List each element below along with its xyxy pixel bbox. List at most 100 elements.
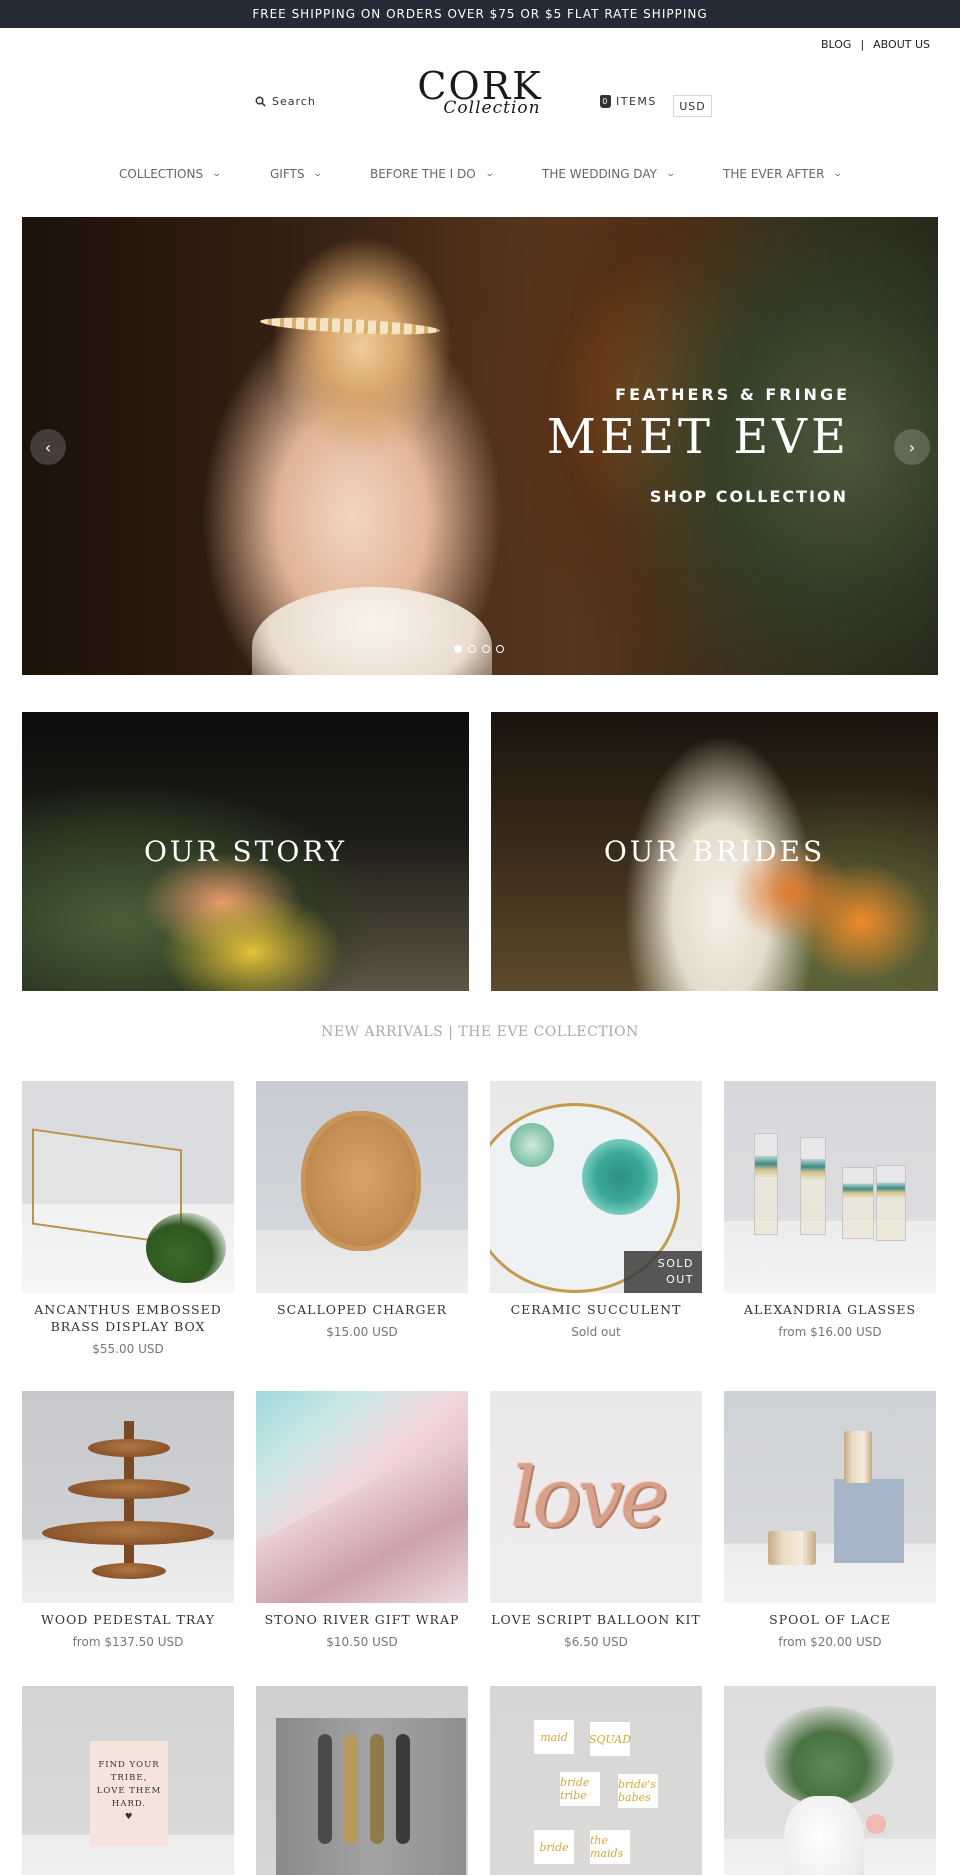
product-image-shape — [842, 1167, 874, 1239]
product-card[interactable] — [724, 1686, 936, 1875]
cart-count: 0 — [602, 97, 609, 106]
product-name[interactable]: STONO RIVER GIFT WRAP — [256, 1611, 468, 1628]
site-logo[interactable]: CORK Collection — [405, 66, 555, 136]
hero-slideshow[interactable]: FEATHERS & FRINGE MEET EVE SHOP COLLECTI… — [22, 217, 938, 675]
product-image-sign: the maids — [590, 1830, 630, 1864]
shopping-bag-icon: 0 — [600, 95, 611, 108]
product-name[interactable]: CERAMIC SUCCULENT — [490, 1301, 702, 1318]
product-price: $55.00 USD — [92, 1342, 164, 1356]
product-image[interactable] — [256, 1081, 468, 1293]
card-text-line: TRIBE, — [110, 1773, 148, 1783]
product-image[interactable]: love — [490, 1391, 702, 1603]
product-image-shape — [301, 1111, 421, 1251]
product-image-shape — [582, 1139, 658, 1215]
nav-item-the-ever-after[interactable]: THE EVER AFTER ⌄ — [723, 167, 844, 181]
nav-item-collections[interactable]: COLLECTIONS ⌄ — [119, 167, 222, 181]
product-image[interactable]: maid SQUAD bride tribe bride's babes bri… — [490, 1686, 702, 1875]
product-name[interactable]: ANCANTHUS EMBOSSED BRASS DISPLAY BOX — [22, 1301, 234, 1335]
product-price: from $137.50 USD — [72, 1635, 184, 1649]
product-image[interactable] — [22, 1081, 234, 1293]
product-card[interactable]: ANCANTHUS EMBOSSED BRASS DISPLAY BOX $55… — [22, 1081, 234, 1356]
nav-item-the-wedding-day[interactable]: THE WEDDING DAY ⌄ — [542, 167, 676, 181]
slide-dot[interactable] — [482, 645, 490, 653]
nav-item-before-the-i-do[interactable]: BEFORE THE I DO ⌄ — [370, 167, 495, 181]
product-card[interactable]: SOLD OUT CERAMIC SUCCULENT Sold out — [490, 1081, 702, 1339]
product-image[interactable] — [256, 1391, 468, 1603]
product-image[interactable] — [724, 1391, 936, 1603]
product-name[interactable]: SCALLOPED CHARGER — [256, 1301, 468, 1318]
balloon-text: love — [510, 1451, 668, 1546]
product-card[interactable]: FIND YOUR TRIBE, LOVE THEM HARD. ♥ — [22, 1686, 234, 1875]
product-card[interactable]: SCALLOPED CHARGER $15.00 USD — [256, 1081, 468, 1339]
slide-dots — [454, 645, 504, 653]
product-image[interactable] — [256, 1686, 468, 1875]
hero-title: MEET EVE — [546, 409, 850, 465]
slide-dot[interactable] — [454, 645, 462, 653]
nav-item-label: GIFTS — [270, 167, 305, 181]
our-story-tile[interactable]: OUR STORY — [22, 712, 469, 991]
product-name[interactable]: SPOOL OF LACE — [724, 1611, 936, 1628]
announcement-text: FREE SHIPPING ON ORDERS OVER $75 OR $5 F… — [252, 7, 708, 21]
product-image-shape — [146, 1213, 226, 1283]
product-price: $15.00 USD — [326, 1325, 398, 1339]
product-card[interactable] — [256, 1686, 468, 1875]
nav-item-label: THE EVER AFTER — [723, 167, 825, 181]
shop-collection-link[interactable]: SHOP COLLECTION — [650, 487, 848, 506]
product-image-shape — [866, 1814, 886, 1834]
product-card[interactable]: WOOD PEDESTAL TRAY from $137.50 USD — [22, 1391, 234, 1649]
blog-link[interactable]: BLOG — [821, 38, 851, 51]
product-name[interactable]: WOOD PEDESTAL TRAY — [22, 1611, 234, 1628]
product-image-shape — [754, 1133, 778, 1235]
product-card[interactable]: maid SQUAD bride tribe bride's babes bri… — [490, 1686, 702, 1875]
top-links-separator: | — [860, 38, 865, 51]
product-image[interactable] — [724, 1081, 936, 1293]
product-card[interactable]: STONO RIVER GIFT WRAP $10.50 USD — [256, 1391, 468, 1649]
product-image-shape — [68, 1479, 190, 1499]
search-trigger[interactable]: Search — [255, 95, 316, 108]
product-image-card: FIND YOUR TRIBE, LOVE THEM HARD. ♥ — [90, 1741, 168, 1846]
card-text-line: HARD. — [111, 1799, 147, 1809]
product-image-shape — [510, 1123, 554, 1167]
chevron-left-icon: ‹ — [44, 437, 52, 457]
product-image-sign: bride tribe — [560, 1772, 600, 1806]
product-image[interactable] — [724, 1686, 936, 1875]
product-price: $6.50 USD — [564, 1635, 628, 1649]
cart-link[interactable]: 0 ITEMS — [600, 95, 657, 108]
product-name[interactable]: ALEXANDRIA GLASSES — [724, 1301, 936, 1318]
product-image-shape — [92, 1563, 166, 1579]
product-image[interactable]: SOLD OUT — [490, 1081, 702, 1293]
product-image-shape — [844, 1431, 872, 1483]
product-card[interactable]: love LOVE SCRIPT BALLOON KIT $6.50 USD — [490, 1391, 702, 1649]
chevron-down-icon: ⌄ — [313, 169, 324, 179]
slide-dot[interactable] — [496, 645, 504, 653]
product-image-sign: bride — [534, 1830, 574, 1864]
currency-selector[interactable]: USD — [673, 95, 712, 117]
product-image[interactable]: FIND YOUR TRIBE, LOVE THEM HARD. ♥ — [22, 1686, 234, 1875]
slide-prev-button[interactable]: ‹ — [30, 429, 66, 465]
slide-dot[interactable] — [468, 645, 476, 653]
product-image-shape — [834, 1479, 904, 1563]
product-image-sign: bride's babes — [618, 1774, 658, 1808]
chevron-down-icon: ⌄ — [484, 169, 495, 179]
main-nav: COLLECTIONS ⌄ GIFTS ⌄ BEFORE THE I DO ⌄ … — [0, 167, 960, 187]
product-image-shape — [42, 1521, 214, 1545]
product-name[interactable]: LOVE SCRIPT BALLOON KIT — [490, 1611, 702, 1628]
product-image-sign: maid — [534, 1720, 574, 1754]
our-brides-tile[interactable]: OUR BRIDES — [491, 712, 938, 991]
product-price: Sold out — [571, 1325, 621, 1339]
product-image-sign: SQUAD — [589, 1722, 631, 1756]
search-icon — [255, 96, 266, 107]
chevron-down-icon: ⌄ — [833, 169, 844, 179]
nav-item-gifts[interactable]: GIFTS ⌄ — [270, 167, 324, 181]
section-title: NEW ARRIVALS | THE EVE COLLECTION — [321, 1024, 639, 1040]
product-card[interactable]: ALEXANDRIA GLASSES from $16.00 USD — [724, 1081, 936, 1339]
top-links: BLOG | ABOUT US — [821, 38, 930, 51]
card-text-line: FIND YOUR — [98, 1760, 160, 1770]
product-image-shape — [764, 1706, 894, 1806]
about-us-link[interactable]: ABOUT US — [873, 38, 930, 51]
product-image[interactable] — [22, 1391, 234, 1603]
sold-out-badge: SOLD OUT — [624, 1251, 702, 1293]
slide-next-button[interactable]: › — [894, 429, 930, 465]
product-price: from $16.00 USD — [778, 1325, 882, 1339]
product-card[interactable]: SPOOL OF LACE from $20.00 USD — [724, 1391, 936, 1649]
